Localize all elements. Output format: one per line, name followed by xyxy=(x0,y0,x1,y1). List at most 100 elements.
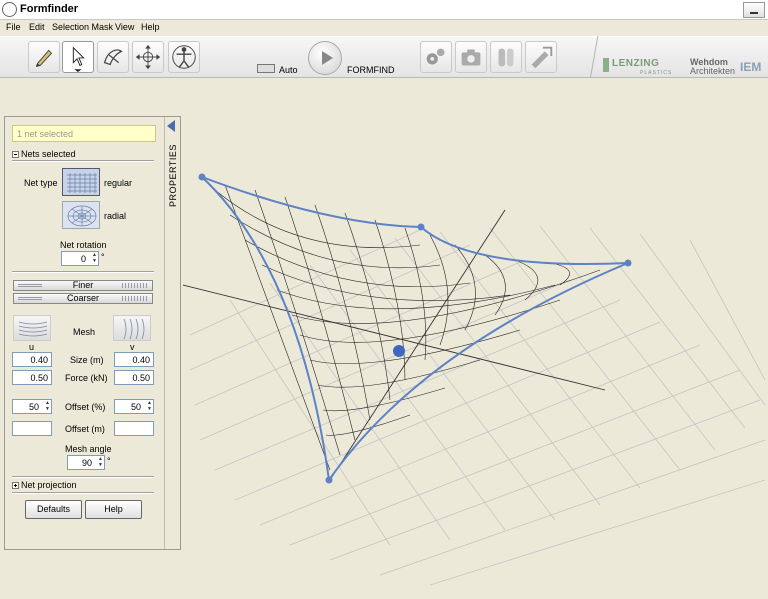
pencil-draw-button[interactable] xyxy=(28,41,60,73)
membrane-net xyxy=(214,184,601,471)
center-handle[interactable] xyxy=(393,345,405,357)
force-v-field[interactable]: 0.50 xyxy=(114,370,154,385)
app-icon xyxy=(2,2,17,17)
divider xyxy=(12,160,154,162)
pointer-arrow-icon xyxy=(72,46,85,72)
size-u-field[interactable]: 0.40 xyxy=(12,352,52,367)
human-scale-button[interactable] xyxy=(168,41,200,73)
mesh-angle-label: Mesh angle xyxy=(65,444,112,454)
expand-plus-icon xyxy=(12,482,19,489)
finer-button[interactable]: Finer xyxy=(13,280,153,291)
nets-selected-label: Nets selected xyxy=(21,149,76,159)
mesh-u-lines-icon xyxy=(18,321,48,337)
offset-m-v-field[interactable] xyxy=(114,421,154,436)
cylinder-view-button[interactable] xyxy=(490,41,522,73)
hand-edit-icon xyxy=(103,49,123,66)
move-nodes-button[interactable] xyxy=(132,41,164,73)
offset-pct-v-spinner[interactable]: 50 xyxy=(114,399,154,414)
anchor-point[interactable] xyxy=(624,259,632,267)
defaults-button[interactable]: Defaults xyxy=(25,500,82,519)
wehdom-logo-line2: Architekten xyxy=(690,66,736,76)
coarser-right-lines xyxy=(122,296,148,301)
move-arrows-icon xyxy=(135,44,161,70)
auto-toggle-icon[interactable] xyxy=(257,64,275,73)
regular-grid-icon xyxy=(67,173,97,193)
mesh-u-icon xyxy=(13,315,51,341)
coarser-left-lines xyxy=(18,297,42,300)
minimize-button[interactable] xyxy=(743,2,765,18)
offset-pct-u-spinner[interactable]: 50 xyxy=(12,399,52,414)
lenzing-logo: LENZING xyxy=(612,58,660,69)
camera-icon xyxy=(461,49,481,66)
3d-viewport[interactable] xyxy=(182,78,768,597)
settings-button[interactable] xyxy=(420,41,452,73)
pencil-icon xyxy=(35,49,53,68)
auto-label: Auto xyxy=(279,65,298,75)
wehdom-logo: Wehdom Architekten xyxy=(690,58,735,76)
menu-file[interactable]: File xyxy=(6,22,21,32)
toolbar-separator xyxy=(590,36,600,78)
properties-tab[interactable]: PROPERTIES xyxy=(164,117,180,549)
select-pointer-button[interactable] xyxy=(62,41,94,73)
finer-right-lines xyxy=(122,283,148,288)
edit-tool-button[interactable] xyxy=(97,41,129,73)
offset-m-u-field[interactable] xyxy=(12,421,52,436)
export-tool-icon xyxy=(531,46,553,69)
degree-symbol: ° xyxy=(107,456,111,466)
window-title: Formfinder xyxy=(20,3,79,15)
anchor-point[interactable] xyxy=(417,223,425,231)
properties-tab-label: PROPERTIES xyxy=(168,144,178,207)
anchor-point[interactable] xyxy=(198,173,206,181)
menu-selection-mask[interactable]: Selection Mask xyxy=(52,22,113,32)
divider xyxy=(12,271,154,273)
anchor-points[interactable] xyxy=(198,173,632,484)
vitruvian-man-icon xyxy=(172,45,196,69)
mesh-v-lines-icon xyxy=(123,318,145,340)
selection-status: 1 net selected xyxy=(12,125,156,142)
divider xyxy=(12,476,154,478)
menu-view[interactable]: View xyxy=(115,22,134,32)
formfind-label: FORMFIND xyxy=(347,65,395,75)
force-label: Force (kN) xyxy=(65,373,108,383)
net-type-regular-button[interactable] xyxy=(62,168,100,196)
finer-label: Finer xyxy=(72,280,94,290)
gears-icon xyxy=(426,48,445,65)
net-rotation-label: Net rotation xyxy=(60,240,107,250)
menu-bar: File Edit Selection Mask View Help xyxy=(0,20,768,36)
anchor-point[interactable] xyxy=(325,476,333,484)
degree-symbol: ° xyxy=(101,252,105,262)
help-button[interactable]: Help xyxy=(85,500,142,519)
size-label: Size (m) xyxy=(70,355,104,365)
menu-help[interactable]: Help xyxy=(141,22,160,32)
mesh-label: Mesh xyxy=(73,327,96,337)
formfind-play-button[interactable] xyxy=(308,41,342,75)
collapse-arrow-icon[interactable] xyxy=(167,120,175,132)
force-u-field[interactable]: 0.50 xyxy=(12,370,52,385)
nets-selected-header[interactable]: Nets selected xyxy=(12,149,76,159)
collapse-minus-icon xyxy=(12,151,19,158)
mesh-angle-spinner[interactable]: 90 xyxy=(67,455,105,470)
export-button[interactable] xyxy=(525,41,557,73)
lenzing-logo-mark xyxy=(603,58,609,72)
title-bar: Formfinder xyxy=(0,0,768,20)
iem-logo: IEM xyxy=(740,60,762,74)
net-type-radial-button[interactable] xyxy=(62,201,100,229)
size-v-field[interactable]: 0.40 xyxy=(114,352,154,367)
net-type-radial-label: radial xyxy=(104,211,127,221)
offset-pct-label: Offset (%) xyxy=(65,402,106,412)
net-projection-header[interactable]: Net projection xyxy=(12,480,77,490)
net-rotation-spinner[interactable]: 0 xyxy=(61,251,99,266)
mesh-v-icon xyxy=(113,315,151,341)
finer-left-lines xyxy=(18,284,42,287)
radial-net-icon xyxy=(67,205,97,227)
viewport-canvas[interactable] xyxy=(182,78,768,597)
lenzing-logo-sub: PLASTICS xyxy=(640,70,673,76)
mesh-v-label: v xyxy=(130,342,135,352)
coarser-button[interactable]: Coarser xyxy=(13,293,153,304)
offset-m-label: Offset (m) xyxy=(65,424,105,434)
columns-icon xyxy=(498,48,514,67)
net-type-label: Net type xyxy=(24,178,58,188)
menu-edit[interactable]: Edit xyxy=(29,22,45,32)
ground-grid xyxy=(189,225,766,586)
camera-button[interactable] xyxy=(455,41,487,73)
